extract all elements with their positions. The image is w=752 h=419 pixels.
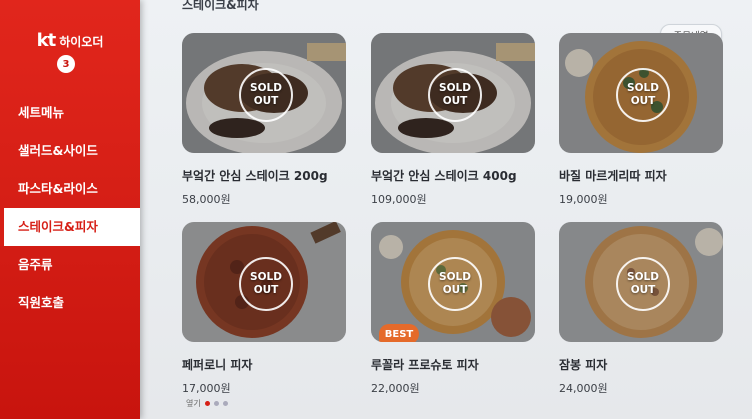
sold-out-badge: SOLD OUT [239, 257, 293, 311]
sold-out-badge: SOLD OUT [428, 257, 482, 311]
pagination: 옆기 [186, 398, 228, 409]
product-price: 17,000원 [182, 382, 231, 395]
product-image-jambon: SOLD OUT [559, 222, 723, 342]
product-name: 부엌간 안심 스테이크 400g [371, 169, 517, 183]
sold-out-text: SOLD [439, 271, 471, 283]
product-image-arugula: SOLD OUT BEST [371, 222, 535, 342]
sold-out-text: OUT [442, 284, 468, 296]
product-card[interactable]: SOLD OUT 부엌간 안심 스테이크 400g 109,000원 [371, 33, 535, 207]
pager-label: 옆기 [186, 399, 201, 408]
product-name: 루꼴라 프로슈토 피자 [371, 358, 479, 372]
sold-out-badge: SOLD OUT [616, 68, 670, 122]
best-badge: BEST [379, 324, 419, 342]
sold-out-text: SOLD [439, 82, 471, 94]
sold-out-text: SOLD [250, 271, 282, 283]
kiosk-screen: kt 하이오더 3 세트메뉴 샐러드&사이드 파스타&라이스 스테이크&피자 음주… [0, 0, 752, 419]
product-price: 19,000원 [559, 193, 608, 206]
sold-out-text: SOLD [627, 271, 659, 283]
product-name: 잠봉 피자 [559, 358, 608, 372]
sold-out-text: OUT [630, 284, 656, 296]
product-name: 부엌간 안심 스테이크 200g [182, 169, 328, 183]
product-image-steak: SOLD OUT [371, 33, 535, 153]
sold-out-badge: SOLD OUT [616, 257, 670, 311]
sold-out-text: SOLD [627, 82, 659, 94]
page-dot[interactable] [222, 401, 228, 406]
product-card[interactable]: SOLD OUT 부엌간 안심 스테이크 200g 58,000원 [182, 33, 346, 207]
product-image-steak: SOLD OUT [182, 33, 346, 153]
sold-out-text: OUT [442, 95, 468, 107]
product-grid: SOLD OUT 부엌간 안심 스테이크 200g 58,000원 SOLD OUT [0, 0, 752, 419]
sold-out-text: OUT [253, 284, 279, 296]
product-card[interactable]: SOLD OUT 바질 마르게리따 피자 19,000원 [559, 33, 723, 207]
product-image-pepperoni: SOLD OUT [182, 222, 346, 342]
page-dot-active[interactable] [204, 401, 210, 406]
sold-out-text: SOLD [250, 82, 282, 94]
sold-out-badge: SOLD OUT [239, 68, 293, 122]
product-card[interactable]: SOLD OUT BEST 루꼴라 프로슈토 피자 22,000원 [371, 222, 535, 396]
product-price: 109,000원 [371, 193, 427, 206]
product-image-margherita: SOLD OUT [559, 33, 723, 153]
sold-out-text: OUT [253, 95, 279, 107]
page-dot[interactable] [213, 401, 219, 406]
product-price: 58,000원 [182, 193, 231, 206]
product-card[interactable]: SOLD OUT 페퍼로니 피자 17,000원 [182, 222, 346, 396]
sold-out-badge: SOLD OUT [428, 68, 482, 122]
product-card[interactable]: SOLD OUT 잠봉 피자 24,000원 [559, 222, 723, 396]
product-name: 페퍼로니 피자 [182, 358, 253, 372]
product-name: 바질 마르게리따 피자 [559, 169, 667, 183]
sold-out-text: OUT [630, 95, 656, 107]
product-price: 22,000원 [371, 382, 420, 395]
product-price: 24,000원 [559, 382, 608, 395]
